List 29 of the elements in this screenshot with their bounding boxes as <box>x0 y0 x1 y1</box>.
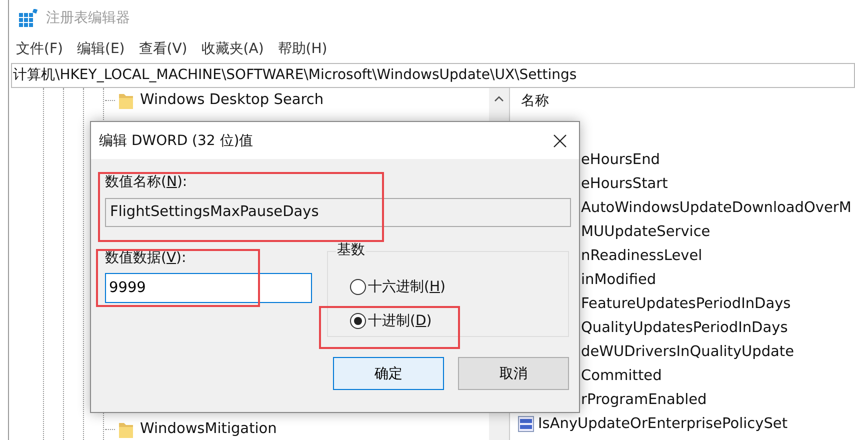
menu-item[interactable]: 编辑(E) <box>76 40 125 58</box>
tree-item[interactable]: WindowsMitigation <box>137 421 277 437</box>
field-label: 数值数据(V): <box>105 249 188 268</box>
tree-item[interactable]: Windows Desktop Search <box>137 92 324 108</box>
dialog-title: 编辑 DWORD (32 位)值 <box>99 132 254 150</box>
data-input-field[interactable]: 9999 <box>105 273 312 303</box>
registry-icon <box>19 8 38 28</box>
menu-item[interactable]: 查看(V) <box>138 40 188 58</box>
close-icon[interactable] <box>553 134 567 148</box>
radio-button[interactable] <box>350 279 366 295</box>
value-name[interactable]: IsAnyUpdateOrEnterprisePolicySet <box>538 416 788 432</box>
binary-value-icon <box>518 416 534 432</box>
field-label: 数值名称(N): <box>105 173 188 192</box>
folder-icon <box>119 420 133 438</box>
window-title: 注册表编辑器 <box>46 9 130 27</box>
address-field[interactable]: 计算机\HKEY_LOCAL_MACHINE\SOFTWARE\Microsoft\WindowsUpdate\UX\Settings <box>11 63 855 88</box>
radio-label[interactable]: 十六进制(H) <box>368 278 446 296</box>
ok-button[interactable]: 确定 <box>333 357 444 390</box>
name-field[interactable]: FlightSettingsMaxPauseDays <box>105 198 571 227</box>
radio-button[interactable] <box>350 313 366 329</box>
scroll-up-icon[interactable] <box>494 96 504 102</box>
menu-item[interactable]: 文件(F) <box>16 40 63 58</box>
column-header[interactable]: 名称 <box>513 92 855 114</box>
radio-label[interactable]: 十进制(D) <box>368 312 432 330</box>
menu-item[interactable]: 收藏夹(A) <box>201 40 264 58</box>
folder-icon <box>119 92 133 108</box>
group-title: 基数 <box>336 241 366 259</box>
menu-item[interactable]: 帮助(H) <box>278 40 328 58</box>
cancel-button[interactable]: 取消 <box>458 357 569 390</box>
